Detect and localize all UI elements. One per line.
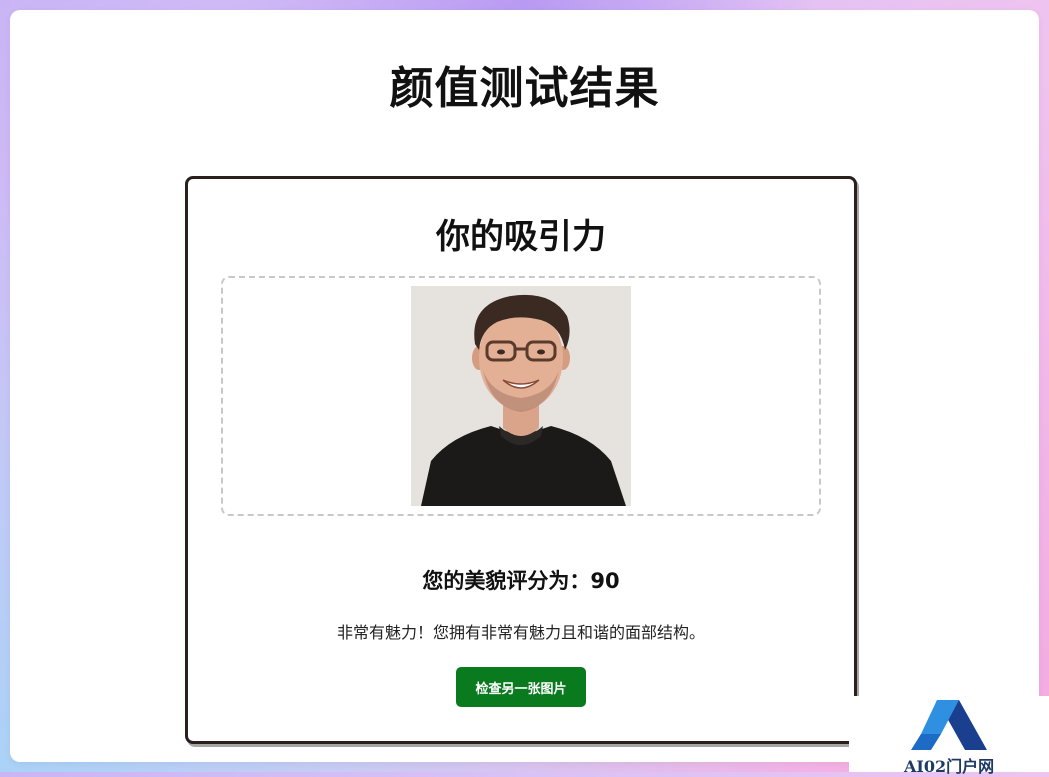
logo-icon [911,700,987,750]
check-another-image-button[interactable]: 检查另一张图片 [456,667,586,707]
page-title: 颜值测试结果 [389,63,660,114]
score-label: 您的美貌评分为： [422,569,591,593]
score-value: 90 [590,569,620,593]
result-description: 非常有魅力！您拥有非常有魅力且和谐的面部结构。 [336,623,705,642]
photo-dropzone [221,276,821,516]
page-container: 颜值测试结果 你的吸引力 您的美貌评分为：90 非常有魅力！您拥有非常有魅力且和… [10,10,1039,762]
watermark-text: AI02门户网 [904,757,995,776]
portrait-illustration [411,286,631,506]
score-line: 您的美貌评分为：90 [188,565,854,595]
result-card: 你的吸引力 您的美貌评分为：90 非常有魅力！您拥有非常有魅力且和谐的面部结构。… [185,176,857,744]
uploaded-photo [411,286,631,506]
card-title: 你的吸引力 [436,217,606,257]
watermark-logo: AI02门户网 [849,696,1049,776]
